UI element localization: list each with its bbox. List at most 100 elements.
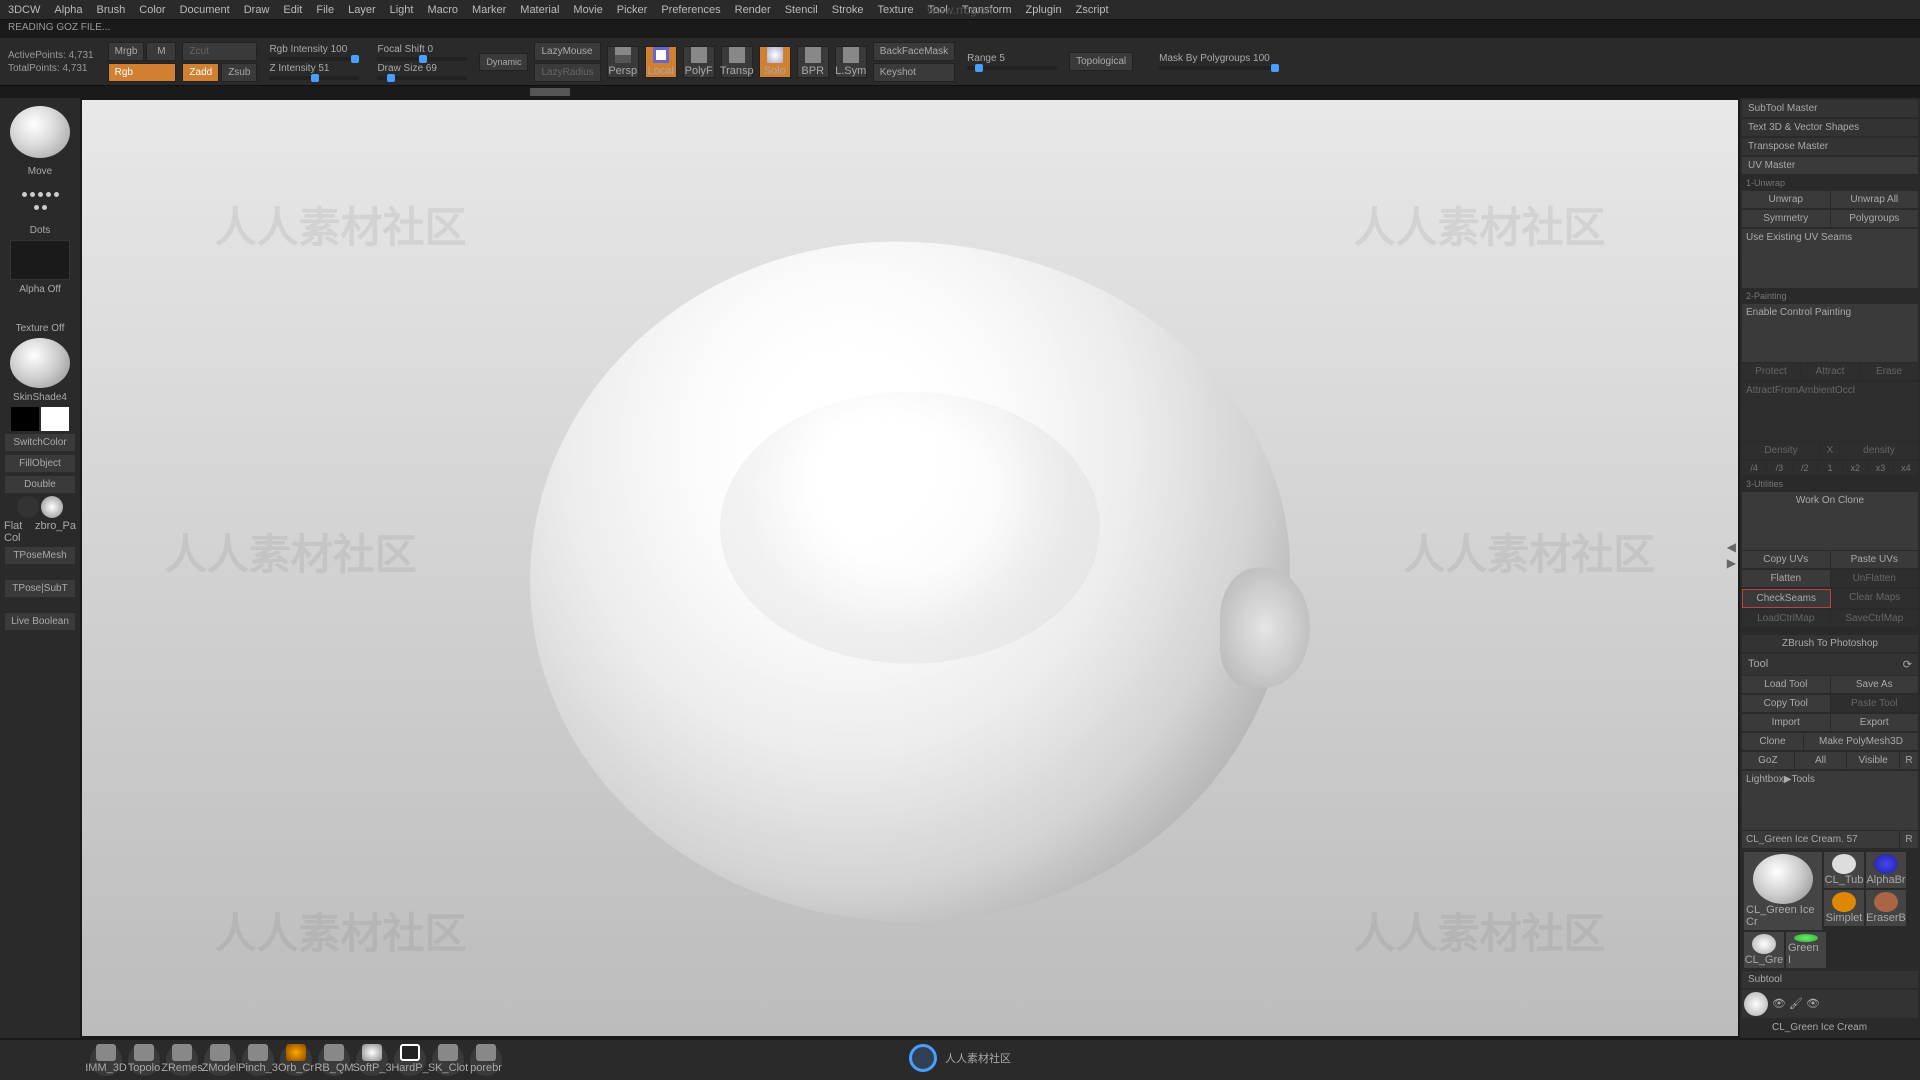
brush-porebr[interactable]: porebr bbox=[470, 1044, 502, 1076]
solo-button[interactable]: Solo bbox=[759, 46, 791, 78]
savectrlmap-button[interactable]: SaveCtrlMap bbox=[1831, 610, 1919, 627]
dynamic-button[interactable]: Dynamic bbox=[479, 53, 528, 71]
tool-thumb-gre[interactable]: CL_Gre bbox=[1744, 932, 1784, 968]
loadctrlmap-button[interactable]: LoadCtrlMap bbox=[1742, 610, 1830, 627]
save-as-button[interactable]: Save As bbox=[1831, 676, 1919, 693]
eye2-icon[interactable]: 👁 bbox=[1806, 997, 1820, 1010]
lightbox-tools-button[interactable]: Lightbox▶Tools bbox=[1742, 771, 1918, 830]
density-x2[interactable]: x2 bbox=[1843, 461, 1867, 475]
persp-button[interactable]: Persp bbox=[607, 46, 639, 78]
secondary-color-swatch[interactable] bbox=[11, 407, 39, 431]
density-x-button[interactable]: X bbox=[1821, 442, 1839, 459]
brush-rbqm[interactable]: RB_QM bbox=[318, 1044, 350, 1076]
range-slider[interactable] bbox=[967, 66, 1057, 70]
topological-button[interactable]: Topological bbox=[1069, 52, 1133, 71]
menu-draw[interactable]: Draw bbox=[244, 4, 270, 16]
tposemesh-button[interactable]: TPoseMesh bbox=[5, 547, 75, 564]
density-d2[interactable]: /2 bbox=[1793, 461, 1817, 475]
mask-polygroups-slider[interactable] bbox=[1159, 66, 1279, 70]
bpr-button[interactable]: BPR bbox=[797, 46, 829, 78]
goz-visible-button[interactable]: Visible bbox=[1847, 752, 1899, 769]
menu-macro[interactable]: Macro bbox=[427, 4, 458, 16]
menu-marker[interactable]: Marker bbox=[472, 4, 506, 16]
brush-hardp[interactable]: HardP_ bbox=[394, 1044, 426, 1076]
arrow-right-icon[interactable]: ▶ bbox=[1727, 556, 1736, 570]
tool-thumb-green[interactable]: Green I bbox=[1786, 932, 1826, 968]
density-d4[interactable]: /4 bbox=[1742, 461, 1766, 475]
unflatten-button[interactable]: UnFlatten bbox=[1831, 570, 1919, 587]
import-button[interactable]: Import bbox=[1742, 714, 1830, 731]
tool-thumb-simple[interactable]: Simplet bbox=[1824, 890, 1864, 926]
viewport[interactable]: 人人素材社区 人人素材社区 人人素材社区 人人素材社区 人人素材社区 人人素材社… bbox=[82, 100, 1738, 1036]
local-button[interactable]: Local bbox=[645, 46, 677, 78]
subtool-item[interactable]: 👁🖌👁 bbox=[1742, 990, 1918, 1018]
primary-color-swatch[interactable] bbox=[41, 407, 69, 431]
menu-file[interactable]: File bbox=[316, 4, 334, 16]
polygroups-button[interactable]: Polygroups bbox=[1831, 210, 1919, 227]
brush-icon[interactable]: 🖌 bbox=[1789, 997, 1803, 1010]
tool-thumb-main[interactable]: CL_Green Ice Cr bbox=[1744, 852, 1822, 930]
protect-button[interactable]: Protect bbox=[1742, 363, 1800, 380]
double-button[interactable]: Double bbox=[5, 476, 75, 493]
goz-r-button[interactable]: R bbox=[1900, 752, 1918, 769]
mrgb-button[interactable]: Mrgb bbox=[108, 42, 145, 61]
lazymouse-button[interactable]: LazyMouse bbox=[534, 42, 600, 61]
menu-edit[interactable]: Edit bbox=[283, 4, 302, 16]
goz-button[interactable]: GoZ bbox=[1742, 752, 1794, 769]
menu-layer[interactable]: Layer bbox=[348, 4, 376, 16]
brush-topolo[interactable]: Topolo bbox=[128, 1044, 160, 1076]
brush-orb[interactable]: Orb_Cr bbox=[280, 1044, 312, 1076]
flat-color-icon[interactable] bbox=[17, 496, 39, 518]
menu-texture[interactable]: Texture bbox=[878, 4, 914, 16]
unwrap-all-button[interactable]: Unwrap All bbox=[1831, 191, 1919, 208]
menu-zplugin[interactable]: Zplugin bbox=[1026, 4, 1062, 16]
alpha-preview[interactable] bbox=[10, 240, 70, 280]
erase-button[interactable]: Erase bbox=[1860, 363, 1918, 380]
symmetry-button[interactable]: Symmetry bbox=[1742, 210, 1830, 227]
work-on-clone-button[interactable]: Work On Clone bbox=[1742, 492, 1918, 551]
menu-stencil[interactable]: Stencil bbox=[785, 4, 818, 16]
tool-thumb-alpha[interactable]: AlphaBr bbox=[1866, 852, 1906, 888]
unwrap-button[interactable]: Unwrap bbox=[1742, 191, 1830, 208]
focal-shift-slider[interactable] bbox=[377, 57, 467, 61]
menu-brush[interactable]: Brush bbox=[97, 4, 126, 16]
refresh-icon[interactable]: ⟳ bbox=[1903, 658, 1912, 671]
density-d3[interactable]: /3 bbox=[1767, 461, 1791, 475]
transp-button[interactable]: Transp bbox=[721, 46, 753, 78]
backfacemask-button[interactable]: BackFaceMask bbox=[873, 42, 955, 61]
menu-render[interactable]: Render bbox=[735, 4, 771, 16]
flatten-button[interactable]: Flatten bbox=[1742, 570, 1830, 587]
copy-tool-button[interactable]: Copy Tool bbox=[1742, 695, 1830, 712]
brush-skclot[interactable]: SK_Clot bbox=[432, 1044, 464, 1076]
menu-document[interactable]: Document bbox=[180, 4, 230, 16]
draw-size-slider[interactable] bbox=[377, 76, 467, 80]
menu-movie[interactable]: Movie bbox=[573, 4, 602, 16]
subtool-master-button[interactable]: SubTool Master bbox=[1742, 100, 1918, 117]
eye-icon[interactable]: 👁 bbox=[1772, 997, 1786, 1010]
checkseams-button[interactable]: CheckSeams bbox=[1742, 589, 1831, 608]
rgb-intensity-slider[interactable] bbox=[269, 57, 359, 61]
brush-pinch[interactable]: Pinch_3 bbox=[242, 1044, 274, 1076]
lsym-button[interactable]: L.Sym bbox=[835, 46, 867, 78]
uv-master-button[interactable]: UV Master bbox=[1742, 157, 1918, 174]
brush-imm[interactable]: IMM_3D bbox=[90, 1044, 122, 1076]
arrow-left-icon[interactable]: ◀ bbox=[1727, 540, 1736, 554]
use-seams-button[interactable]: Use Existing UV Seams bbox=[1742, 229, 1918, 288]
zadd-button[interactable]: Zadd bbox=[182, 63, 219, 82]
menu-picker[interactable]: Picker bbox=[617, 4, 648, 16]
clone-button[interactable]: Clone bbox=[1742, 733, 1803, 750]
attract-button[interactable]: Attract bbox=[1801, 363, 1859, 380]
text3d-button[interactable]: Text 3D & Vector Shapes bbox=[1742, 119, 1918, 136]
material-preview[interactable] bbox=[10, 338, 70, 388]
rgb-button[interactable]: Rgb bbox=[108, 63, 177, 82]
z-intensity-slider[interactable] bbox=[269, 76, 359, 80]
zcut-button[interactable]: Zcut bbox=[182, 42, 257, 61]
subtool-header[interactable]: Subtool bbox=[1742, 971, 1918, 988]
menu-stroke[interactable]: Stroke bbox=[832, 4, 864, 16]
stroke-preview[interactable] bbox=[10, 181, 70, 221]
liveboolean-button[interactable]: Live Boolean bbox=[5, 613, 75, 630]
attract-ambient-button[interactable]: AttractFromAmbientOccl bbox=[1742, 382, 1918, 441]
zbro-icon[interactable] bbox=[41, 496, 63, 518]
brush-zremes[interactable]: ZRemes bbox=[166, 1044, 198, 1076]
goz-all-button[interactable]: All bbox=[1795, 752, 1847, 769]
